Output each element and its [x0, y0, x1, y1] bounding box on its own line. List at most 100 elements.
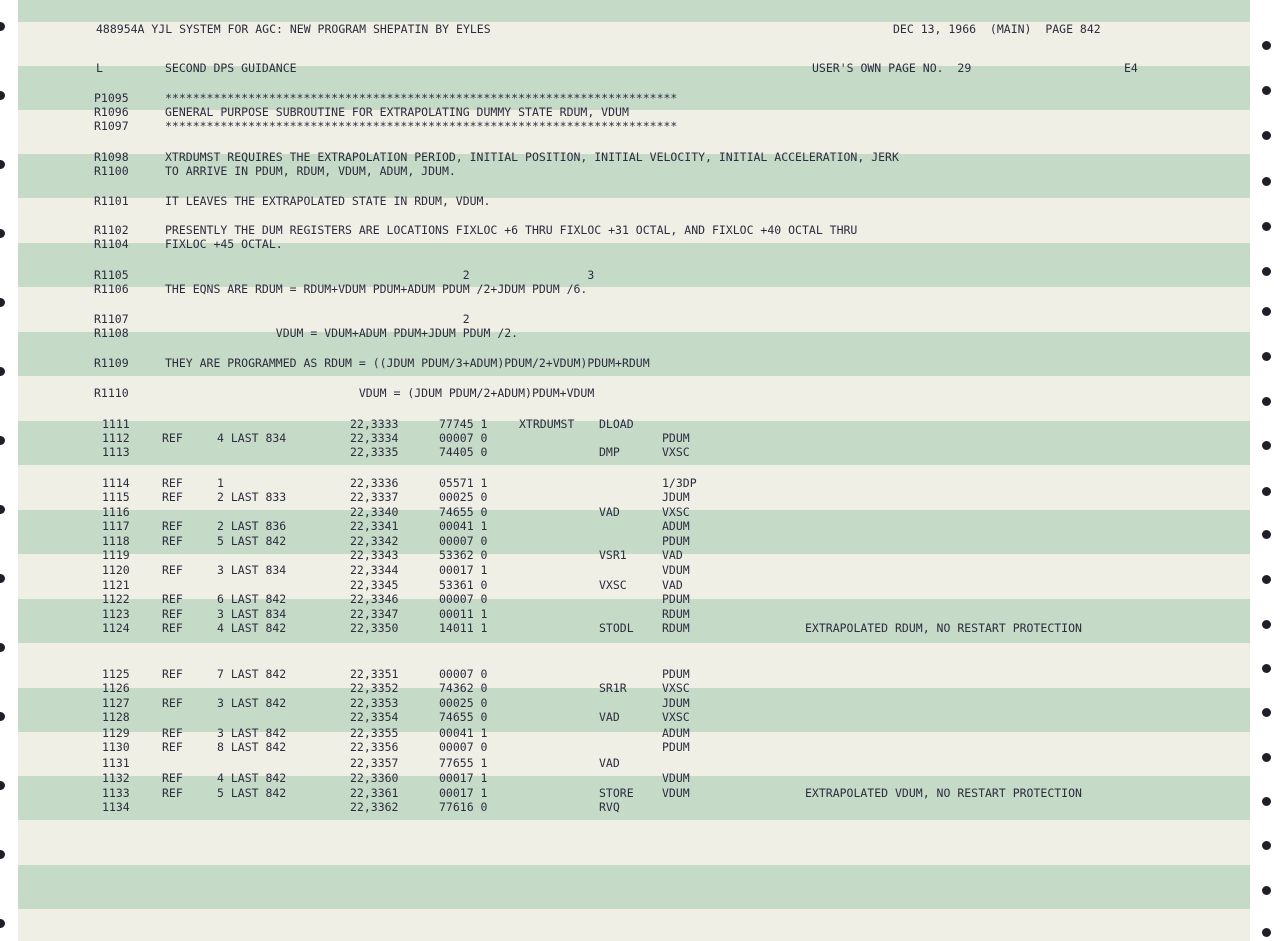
comment-line: R1109 THEY ARE PROGRAMMED AS RDUM = ((JDU…: [0, 356, 1280, 371]
octal-word: 00007 0: [439, 740, 488, 754]
ref-info: 3 LAST 834: [217, 607, 287, 621]
code-line: 1134 22,3362 77616 0 RVQ: [0, 800, 1280, 815]
opcode: VAD: [599, 505, 620, 519]
octal-word: 77745 1: [439, 417, 488, 431]
ref-info: 4 LAST 834: [217, 431, 287, 445]
octal-word: 74655 0: [439, 710, 488, 724]
ref-marker: REF: [162, 607, 183, 621]
octal-word: 00007 0: [439, 592, 488, 606]
ref-info: 3 LAST 834: [217, 563, 287, 577]
octal-word: 74405 0: [439, 445, 488, 459]
comment-line: R1102 PRESENTLY THE DUM REGISTERS ARE LOC…: [0, 223, 1280, 238]
ref-info: 3 LAST 842: [217, 696, 287, 710]
operand: ADUM: [662, 726, 690, 740]
code-line: 1133 REF 5 LAST 842 22,3361 00017 1 STORE VDUM…: [0, 786, 1280, 801]
octal-word: 00007 0: [439, 667, 488, 681]
address: 22,3362: [350, 800, 399, 814]
address: 22,3342: [350, 534, 399, 548]
line-number: 1133: [102, 786, 130, 800]
octal-word: 74362 0: [439, 681, 488, 695]
code-line: 1117 REF 2 LAST 836 22,3341 00041 1 ADUM: [0, 519, 1280, 534]
operand: VXSC: [662, 681, 690, 695]
line-number: 1127: [102, 696, 130, 710]
address: 22,3334: [350, 431, 399, 445]
octal-word: 00025 0: [439, 696, 488, 710]
operand: PDUM: [662, 592, 690, 606]
section-header: L SECOND DPS GUIDANCE USER'S OWN PAGE NO…: [0, 61, 1280, 76]
opcode: VSR1: [599, 548, 627, 562]
line-number: 1122: [102, 592, 130, 606]
section-code: E4: [1124, 61, 1138, 75]
ref-marker: REF: [162, 771, 183, 785]
header-left: 488954A YJL SYSTEM FOR AGC: NEW PROGRAM …: [96, 22, 491, 36]
listing-text: 488954A YJL SYSTEM FOR AGC: NEW PROGRAM …: [0, 0, 1280, 941]
opcode: DLOAD: [599, 417, 634, 431]
line-label: R1105: [94, 268, 129, 282]
code-line: 1132 REF 4 LAST 842 22,3360 00017 1 VDUM: [0, 771, 1280, 786]
octal-word: 00007 0: [439, 534, 488, 548]
line-number: 1132: [102, 771, 130, 785]
line-label: R1102: [94, 223, 129, 237]
code-line: 1113 22,3335 74405 0 DMP VXSC: [0, 445, 1280, 460]
line-number: 1113: [102, 445, 130, 459]
line-label: R1097: [94, 119, 129, 133]
line-number: 1129: [102, 726, 130, 740]
address: 22,3335: [350, 445, 399, 459]
ref-info: 8 LAST 842: [217, 740, 287, 754]
octal-word: 00017 1: [439, 786, 488, 800]
ref-info: 5 LAST 842: [217, 786, 287, 800]
address: 22,3351: [350, 667, 399, 681]
ref-marker: REF: [162, 740, 183, 754]
line-number: 1114: [102, 476, 130, 490]
line-text: THEY ARE PROGRAMMED AS RDUM = ((JDUM PDU…: [165, 356, 650, 370]
line-label: R1109: [94, 356, 129, 370]
operand: VDUM: [662, 786, 690, 800]
line-number: 1115: [102, 490, 130, 504]
octal-word: 74655 0: [439, 505, 488, 519]
operand: RDUM: [662, 607, 690, 621]
ref-info: 7 LAST 842: [217, 667, 287, 681]
comment-line: R1097 ***********************************…: [0, 119, 1280, 134]
operand: PDUM: [662, 534, 690, 548]
line-number: 1126: [102, 681, 130, 695]
opcode: STORE: [599, 786, 634, 800]
address: 22,3345: [350, 578, 399, 592]
line-number: 1120: [102, 563, 130, 577]
address: 22,3350: [350, 621, 399, 635]
opcode: VAD: [599, 756, 620, 770]
address: 22,3337: [350, 490, 399, 504]
address: 22,3333: [350, 417, 399, 431]
line-number: 1117: [102, 519, 130, 533]
comment-line: R1105 2 3: [0, 268, 1280, 283]
operand: PDUM: [662, 431, 690, 445]
section-title: SECOND DPS GUIDANCE: [165, 61, 297, 75]
line-number: 1125: [102, 667, 130, 681]
octal-word: 00025 0: [439, 490, 488, 504]
comment-line: R1100 TO ARRIVE IN PDUM, RDUM, VDUM, ADUM…: [0, 164, 1280, 179]
octal-word: 00041 1: [439, 726, 488, 740]
octal-word: 14011 1: [439, 621, 488, 635]
line-text: VDUM = VDUM+ADUM PDUM+JDUM PDUM /2.: [165, 326, 519, 340]
address: 22,3361: [350, 786, 399, 800]
ref-marker: REF: [162, 519, 183, 533]
line-label: R1101: [94, 194, 129, 208]
ref-info: 5 LAST 842: [217, 534, 287, 548]
remark: EXTRAPOLATED RDUM, NO RESTART PROTECTION: [805, 621, 1082, 635]
octal-word: 53362 0: [439, 548, 488, 562]
code-line: 1130 REF 8 LAST 842 22,3356 00007 0 PDUM: [0, 740, 1280, 755]
line-label: R1096: [94, 105, 129, 119]
opcode: RVQ: [599, 800, 620, 814]
line-text: 2: [165, 312, 470, 326]
octal-word: 77655 1: [439, 756, 488, 770]
address: 22,3357: [350, 756, 399, 770]
comment-line: R1107 2: [0, 312, 1280, 327]
code-line: 1121 22,3345 53361 0 VXSC VAD: [0, 578, 1280, 593]
opcode: DMP: [599, 445, 620, 459]
operand: PDUM: [662, 740, 690, 754]
operand: RDUM: [662, 621, 690, 635]
address: 22,3344: [350, 563, 399, 577]
address: 22,3336: [350, 476, 399, 490]
line-text: VDUM = (JDUM PDUM/2+ADUM)PDUM+VDUM: [165, 386, 595, 400]
remark: EXTRAPOLATED VDUM, NO RESTART PROTECTION: [805, 786, 1082, 800]
user-page: USER'S OWN PAGE NO. 29: [812, 61, 972, 75]
